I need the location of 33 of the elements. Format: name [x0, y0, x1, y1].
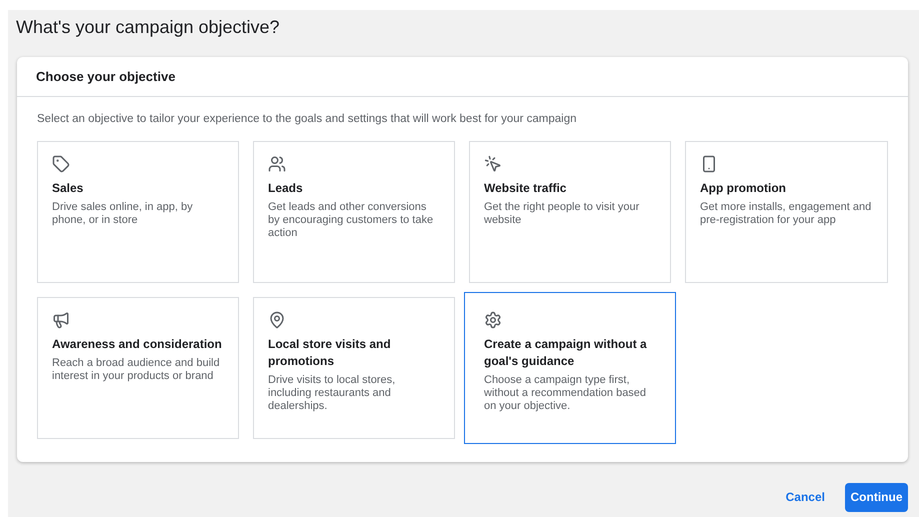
- panel-subtitle: Select an objective to tailor your experience to the goals and settings that will work best for your campaign: [37, 112, 578, 127]
- objective-title: Create a campaign without a goal's guidance: [484, 336, 648, 370]
- page-title: What's your campaign objective?: [16, 16, 281, 38]
- phone-icon: [700, 155, 718, 174]
- megaphone-icon: [52, 311, 70, 330]
- objective-title: App promotion: [700, 180, 787, 198]
- map-pin-icon: [268, 311, 286, 330]
- people-icon: [268, 155, 286, 174]
- objective-title: Awareness and consideration: [52, 336, 223, 354]
- objective-description: Choose a campaign type first, without a recommendation based on your objective.: [484, 374, 648, 414]
- continue-button[interactable]: Continue: [845, 482, 908, 512]
- objective-card[interactable]: Local store visits and promotions Drive visits to local stores, including restaurants and dealerships.: [253, 297, 455, 440]
- objective-title: Website traffic: [484, 180, 568, 198]
- objective-card[interactable]: Awareness and consideration Reach a broad audience and build interest in your products or brand: [37, 297, 239, 440]
- objective-card[interactable]: Create a campaign without a goal's guidance Choose a campaign type first, without a recommendation based on your objective.: [464, 292, 676, 444]
- objective-description: Drive visits to local stores, including restaurants and dealerships.: [268, 374, 396, 414]
- objective-card[interactable]: Website traffic Get the right people to visit your website: [469, 141, 671, 284]
- objective-card[interactable]: Sales Drive sales online, in app, by phone, or in store: [37, 141, 239, 284]
- objective-card[interactable]: Leads Get leads and other conversions by encouraging customers to take action: [253, 141, 455, 284]
- panel-title: Choose your objective: [36, 68, 176, 86]
- objective-description: Get the right people to visit your website: [484, 201, 640, 228]
- objective-description: Reach a broad audience and build interest in your products or brand: [52, 357, 221, 384]
- objective-description: Get more installs, engagement and pre-registration for your app: [700, 201, 872, 228]
- cancel-button[interactable]: Cancel: [782, 482, 829, 512]
- objective-title: Sales: [52, 180, 84, 198]
- tag-icon: [52, 155, 70, 174]
- objective-title: Leads: [268, 180, 304, 198]
- objective-description: Drive sales online, in app, by phone, or in store: [52, 201, 194, 228]
- settings-icon: [484, 311, 502, 330]
- objective-description: Get leads and other conversions by encouraging customers to take action: [268, 201, 434, 240]
- cursor-click-icon: [484, 155, 502, 174]
- objective-title: Local store visits and promotions: [268, 336, 392, 370]
- objective-card[interactable]: App promotion Get more installs, engagement and pre-registration for your app: [685, 141, 888, 284]
